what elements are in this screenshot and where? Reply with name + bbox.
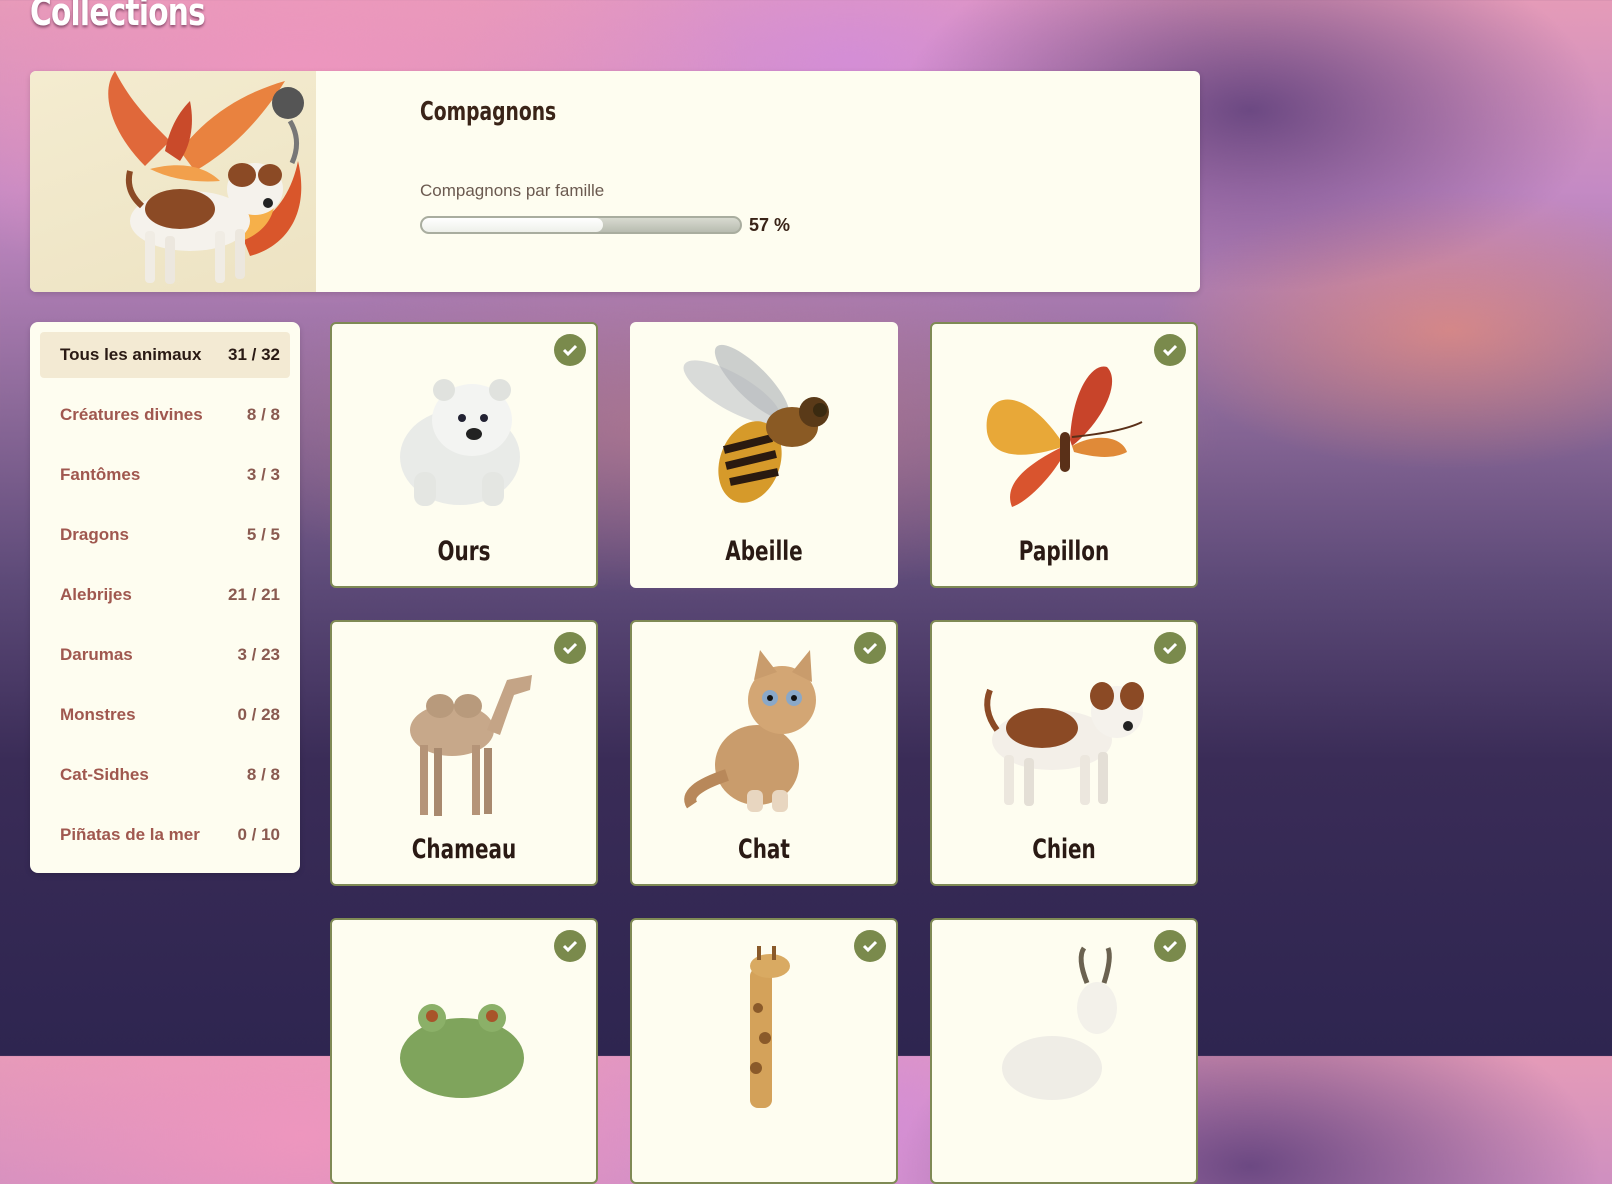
card-name: Ours [437,536,491,567]
camel-icon [410,675,532,816]
sidebar-item-darumas[interactable]: Darumas 3 / 23 [40,632,290,678]
sidebar-item-fantomes[interactable]: Fantômes 3 / 3 [40,452,290,498]
sidebar-item-count: 3 / 23 [237,645,280,664]
companion-card-abeille[interactable]: Abeille [630,322,898,588]
sidebar-item-alebrijes[interactable]: Alebrijes 21 / 21 [40,572,290,618]
progress-value: 57 % [749,215,791,235]
companion-card-chien[interactable]: Chien [930,620,1198,886]
goat-icon [1002,946,1117,1100]
sidebar-item-label: Piñatas de la mer [60,825,200,844]
card-name: Chameau [411,834,517,865]
bee-icon [683,344,829,503]
sidebar-item-count: 31 / 32 [228,345,280,364]
sidebar-item-count: 3 / 3 [246,465,280,484]
companion-card-chat[interactable]: Chat [630,620,898,886]
companion-card-papillon[interactable]: Papillon [930,322,1198,588]
sidebar-item-count: 5 / 5 [246,525,280,544]
sidebar-item-tous-les-animaux[interactable]: Tous les animaux 31 / 32 [40,332,290,378]
card-name: Chien [1032,834,1096,865]
sidebar-item-label: Fantômes [60,465,141,484]
polar-bear-icon [400,379,520,506]
companion-card-goat[interactable] [930,918,1198,1184]
progress-label: Compagnons par famille [420,181,605,200]
sidebar-item-label: Monstres [60,705,136,724]
sidebar-item-count: 0 / 10 [237,825,280,844]
butterfly-icon [986,366,1143,507]
companion-card-chameau[interactable]: Chameau [330,620,598,886]
progress-bar [420,216,742,234]
card-name: Papillon [1018,536,1110,567]
header-title: Compagnons [420,97,557,127]
companion-card-frog[interactable] [330,918,598,1184]
cat-icon [684,650,816,812]
sidebar-item-label: Dragons [60,525,129,544]
sidebar-item-monstres[interactable]: Monstres 0 / 28 [40,692,290,738]
frog-icon [400,1004,524,1098]
header-panel: Compagnons Compagnons par famille 57 % [30,71,1200,292]
sidebar-item-label: Tous les animaux [60,345,202,364]
sidebar-item-label: Créatures divines [60,405,203,424]
page-title: Collections [30,0,206,34]
family-sidebar: Tous les animaux 31 / 32 Créatures divin… [30,322,300,873]
sidebar-item-count: 8 / 8 [246,405,280,424]
sidebar-item-creatures-divines[interactable]: Créatures divines 8 / 8 [40,392,290,438]
companion-card-giraffe[interactable] [630,918,898,1184]
sidebar-item-count: 8 / 8 [246,765,280,784]
sidebar-item-label: Alebrijes [60,585,132,604]
sidebar-item-cat-sidhes[interactable]: Cat-Sidhes 8 / 8 [40,752,290,798]
sidebar-item-label: Cat-Sidhes [60,765,149,784]
dog-icon [984,682,1144,806]
header-illustration [30,71,316,292]
sidebar-item-dragons[interactable]: Dragons 5 / 5 [40,512,290,558]
sidebar-item-count: 0 / 28 [237,705,280,724]
companion-card-ours[interactable]: Ours [330,322,598,588]
card-name: Abeille [725,536,803,567]
card-name: Chat [738,834,790,865]
dog-and-phoenix-icon [108,71,304,284]
sidebar-item-label: Darumas [60,645,133,664]
sidebar-item-pinatas-de-la-mer[interactable]: Piñatas de la mer 0 / 10 [40,812,290,858]
sidebar-item-count: 21 / 21 [228,585,280,604]
progress-fill [422,218,604,232]
giraffe-icon [750,946,790,1108]
